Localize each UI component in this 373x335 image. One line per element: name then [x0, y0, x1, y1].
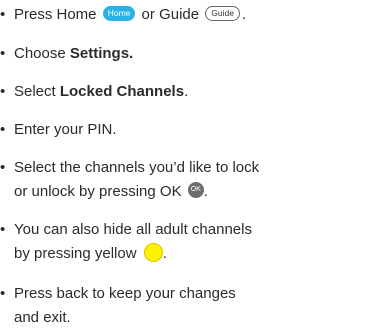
- bullet: •: [0, 285, 6, 302]
- bullet: •: [0, 83, 6, 100]
- list-item-enter-pin: • Enter your PIN.: [0, 118, 373, 142]
- bullet: •: [0, 121, 6, 138]
- settings-label: Settings.: [69, 45, 134, 62]
- bullet: •: [0, 6, 6, 23]
- instruction-list: • Press Home Home or Guide Guide. • Choose…: [0, 0, 373, 335]
- guide-button-icon: Guide: [205, 5, 240, 21]
- home-button-icon: Home: [102, 5, 136, 21]
- locked-channels-label: Locked Channels: [59, 83, 185, 100]
- list-item-press-home: • Press Home Home or Guide Guide.: [0, 3, 373, 27]
- ok-button-icon: OK: [187, 182, 204, 199]
- continuation-line: by pressing yellow .: [0, 242, 373, 266]
- list-item-choose-settings: • Choose Settings.: [0, 42, 373, 66]
- yellow-button-icon: [143, 242, 163, 262]
- list-item-select-channels: • Select the channels you’d like to lock …: [0, 156, 373, 204]
- bullet: •: [0, 45, 6, 62]
- bullet: •: [0, 159, 6, 176]
- continuation-line: or unlock by pressing OK OK.: [14, 182, 208, 200]
- list-item-hide-adult-channels: • You can also hide all adult channels by…: [0, 218, 373, 266]
- bullet: •: [0, 221, 6, 238]
- list-item-select-locked-channels: • Select Locked Channels.: [0, 80, 373, 104]
- list-item-press-back: • Press back to keep your changes and exi…: [0, 282, 373, 330]
- continuation-line: and exit.: [14, 309, 71, 326]
